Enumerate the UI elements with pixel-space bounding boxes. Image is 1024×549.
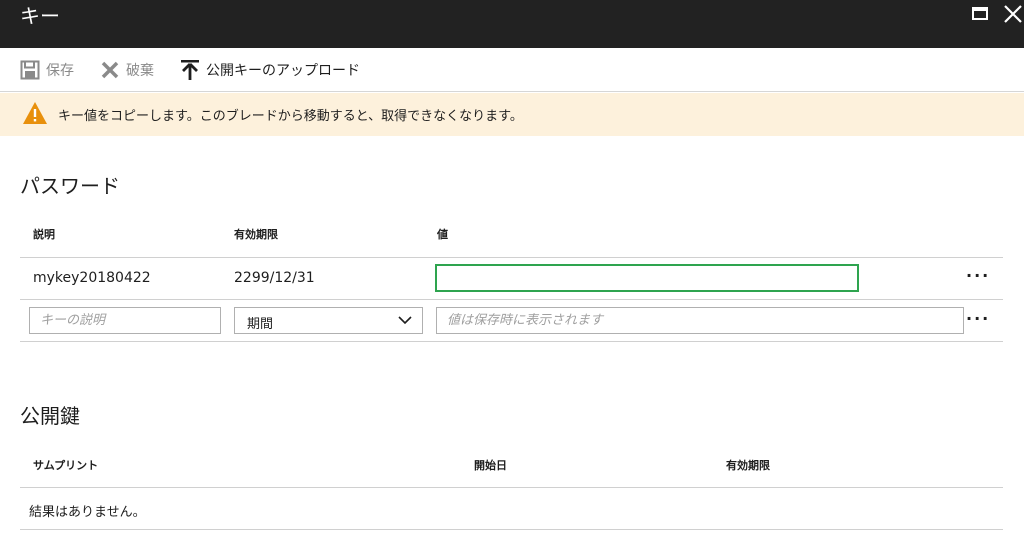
close-button[interactable] bbox=[1002, 3, 1024, 25]
duration-selected: 期間 bbox=[247, 317, 274, 332]
upload-public-key-button[interactable]: 公開キーのアップロード bbox=[180, 59, 360, 81]
upload-label: 公開キーのアップロード bbox=[206, 63, 360, 79]
save-label: 保存 bbox=[46, 63, 74, 79]
divider bbox=[20, 257, 1003, 258]
discard-button[interactable]: 破棄 bbox=[100, 59, 154, 81]
window-title: キー bbox=[20, 4, 60, 28]
save-button[interactable]: 保存 bbox=[20, 59, 74, 81]
divider bbox=[20, 341, 1003, 342]
passwords-title: パスワード bbox=[20, 174, 120, 198]
row-more-button[interactable]: ··· bbox=[966, 266, 990, 285]
key-value-input[interactable] bbox=[436, 307, 964, 334]
column-start-date: 開始日 bbox=[474, 459, 507, 472]
divider bbox=[20, 487, 1003, 488]
warning-text: キー値をコピーします。このブレードから移動すると、取得できなくなります。 bbox=[58, 109, 523, 124]
key-description-input[interactable] bbox=[29, 307, 221, 334]
warning-banner: キー値をコピーします。このブレードから移動すると、取得できなくなります。 bbox=[0, 93, 1024, 136]
save-icon bbox=[20, 60, 40, 80]
column-description: 説明 bbox=[33, 228, 55, 241]
maximize-button[interactable] bbox=[969, 3, 991, 25]
column-expires: 有効期限 bbox=[234, 228, 278, 241]
chevron-down-icon bbox=[398, 316, 412, 325]
close-icon bbox=[1004, 5, 1022, 23]
warning-icon bbox=[23, 102, 47, 124]
column-expires: 有効期限 bbox=[726, 459, 770, 472]
divider bbox=[20, 299, 1003, 300]
row-description: mykey20180422 bbox=[33, 270, 151, 286]
upload-icon bbox=[181, 60, 199, 80]
new-row-more-button[interactable]: ··· bbox=[966, 309, 990, 328]
divider bbox=[20, 529, 1003, 530]
key-value-field[interactable] bbox=[435, 264, 859, 292]
column-thumbprint: サムプリント bbox=[33, 459, 99, 472]
public-keys-title: 公開鍵 bbox=[20, 404, 80, 428]
title-bar: キー bbox=[0, 0, 1024, 48]
empty-results-text: 結果はありません。 bbox=[29, 505, 146, 520]
command-bar: 保存 破棄 公開キーのアップロード bbox=[0, 48, 1024, 92]
duration-select[interactable]: 期間 bbox=[234, 307, 423, 334]
column-value: 値 bbox=[437, 228, 448, 241]
row-expires: 2299/12/31 bbox=[234, 270, 315, 286]
discard-label: 破棄 bbox=[126, 63, 154, 79]
maximize-icon bbox=[972, 7, 988, 20]
discard-icon bbox=[101, 61, 119, 79]
